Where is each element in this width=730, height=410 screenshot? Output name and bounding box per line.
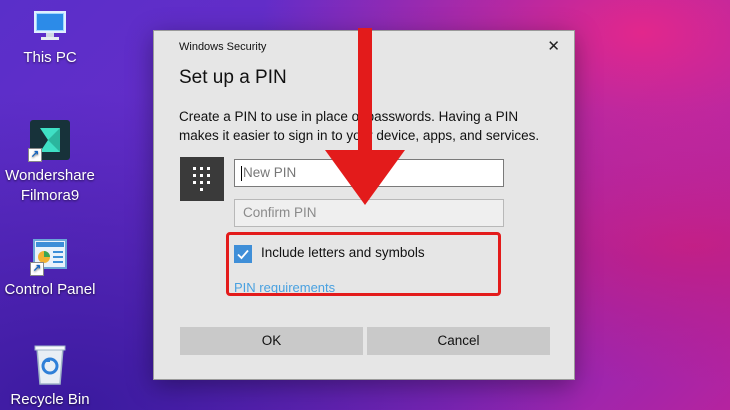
down-arrow-annotation: [325, 28, 405, 205]
